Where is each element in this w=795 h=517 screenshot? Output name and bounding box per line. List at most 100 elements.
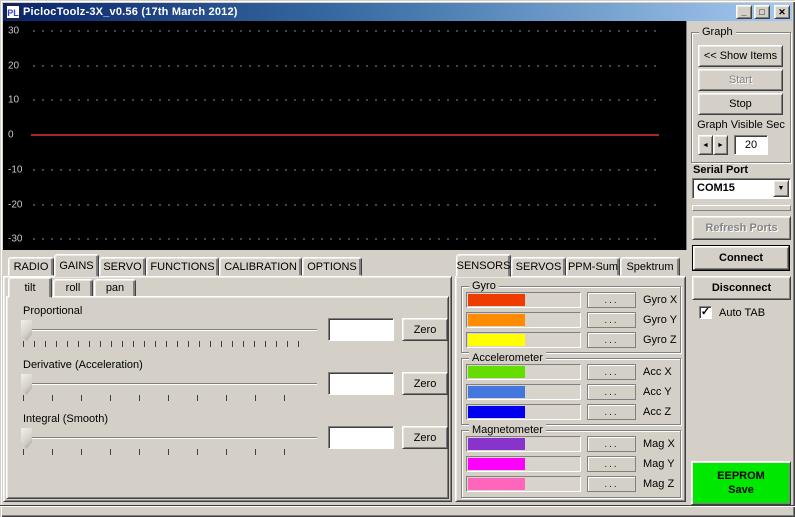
sensor-row: ... Gyro Y: [462, 312, 680, 328]
gyro-y-options-button[interactable]: ...: [587, 312, 636, 328]
acc-y-label: Acc Y: [643, 384, 687, 400]
window-bottom-edge: [0, 505, 795, 507]
gyro-z-bar: [466, 332, 581, 348]
acc-x-label: Acc X: [643, 364, 687, 380]
derivative-zero-button[interactable]: Zero: [402, 372, 448, 395]
maximize-icon[interactable]: □: [754, 5, 770, 19]
tab-ppm-sum[interactable]: PPM-Sum: [566, 257, 620, 276]
close-icon[interactable]: ✕: [774, 5, 790, 19]
derivative-value-field[interactable]: [328, 372, 394, 395]
minimize-icon[interactable]: _: [736, 5, 752, 19]
connect-button[interactable]: Connect: [693, 246, 789, 270]
tab-functions[interactable]: FUNCTIONS: [146, 257, 219, 276]
acc-z-label: Acc Z: [643, 404, 687, 420]
auto-tab-checkbox[interactable]: ✓: [699, 306, 712, 319]
integral-value-field[interactable]: [328, 426, 394, 449]
y-axis-tick: -30: [8, 234, 22, 245]
stop-button[interactable]: Stop: [698, 93, 783, 115]
gyro-x-label: Gyro X: [643, 292, 687, 308]
gridline: [33, 30, 659, 32]
gridline: [33, 65, 659, 67]
y-axis-tick: 30: [8, 26, 19, 37]
magnetometer-groupbox: Magnetometer ... Mag X ... Mag Y ... Mag…: [461, 430, 681, 498]
show-items-button[interactable]: << Show Items: [698, 45, 783, 67]
disconnect-button[interactable]: Disconnect: [692, 276, 791, 300]
gridline: [33, 169, 659, 171]
visible-sec-field[interactable]: 20: [734, 135, 768, 155]
gridline: [33, 99, 659, 101]
tab-pan[interactable]: pan: [94, 279, 136, 297]
integral-slider-thumb[interactable]: [21, 428, 32, 449]
gridline: [33, 204, 659, 206]
acc-y-bar: [466, 384, 581, 400]
tab-servos[interactable]: SERVOS: [511, 257, 566, 276]
chevron-down-icon[interactable]: ▼: [773, 180, 789, 197]
proportional-slider-track[interactable]: [21, 329, 317, 331]
tab-sensors[interactable]: SENSORS: [456, 254, 511, 277]
eeprom-save-line1: EEPROM: [717, 469, 765, 483]
mag-x-bar-fill: [468, 438, 525, 450]
app-window: PL PiclocToolz-3X_v0.56 (17th March 2012…: [0, 0, 795, 517]
sensor-row: ... Mag X: [462, 436, 680, 452]
eeprom-save-line2: Save: [728, 483, 754, 497]
proportional-slider-thumb[interactable]: [21, 320, 32, 341]
eeprom-save-button[interactable]: EEPROM Save: [691, 461, 791, 505]
refresh-ports-button[interactable]: Refresh Ports: [692, 216, 791, 240]
gyro-z-options-button[interactable]: ...: [587, 332, 636, 348]
tab-options[interactable]: OPTIONS: [302, 257, 362, 276]
acc-y-options-button[interactable]: ...: [587, 384, 636, 400]
serial-port-label: Serial Port: [693, 164, 748, 176]
y-axis-tick: -10: [8, 165, 22, 176]
gyro-y-bar-fill: [468, 314, 525, 326]
acc-z-options-button[interactable]: ...: [587, 404, 636, 420]
acc-x-bar: [466, 364, 581, 380]
y-axis-tick: 10: [8, 95, 19, 106]
tab-roll[interactable]: roll: [53, 279, 93, 297]
mag-x-options-button[interactable]: ...: [587, 436, 636, 452]
tab-spektrum[interactable]: Spektrum: [620, 257, 680, 276]
tab-servo[interactable]: SERVO: [99, 257, 146, 276]
y-axis-tick: 0: [8, 130, 14, 141]
mag-y-bar: [466, 456, 581, 472]
gyro-groupbox: Gyro ... Gyro X ... Gyro Y ... Gyro Z: [461, 286, 681, 353]
gyro-z-label: Gyro Z: [643, 332, 687, 348]
tab-tilt[interactable]: tilt: [8, 277, 52, 298]
mag-z-label: Mag Z: [643, 476, 687, 492]
derivative-tick-marks: [23, 395, 309, 401]
derivative-slider-thumb[interactable]: [21, 374, 32, 395]
y-axis-tick: -20: [8, 200, 22, 211]
mag-z-options-button[interactable]: ...: [587, 476, 636, 492]
gyro-y-label: Gyro Y: [643, 312, 687, 328]
gyro-z-bar-fill: [468, 334, 525, 346]
derivative-label: Derivative (Acceleration): [23, 359, 143, 371]
integral-slider-track[interactable]: [21, 437, 317, 439]
app-icon: PL: [6, 5, 20, 19]
mag-y-options-button[interactable]: ...: [587, 456, 636, 472]
integral-label: Integral (Smooth): [23, 413, 108, 425]
accelerometer-groupbox-label: Accelerometer: [469, 352, 546, 364]
mag-x-label: Mag X: [643, 436, 687, 452]
start-button[interactable]: Start: [698, 69, 783, 91]
magnetometer-groupbox-label: Magnetometer: [469, 424, 546, 436]
tab-radio[interactable]: RADIO: [8, 257, 54, 276]
proportional-value-field[interactable]: [328, 318, 394, 341]
auto-tab-label: Auto TAB: [719, 307, 765, 319]
mag-z-bar-fill: [468, 478, 525, 490]
gyro-x-options-button[interactable]: ...: [587, 292, 636, 308]
com-port-combobox[interactable]: COM15 ▼: [692, 178, 791, 199]
integral-zero-button[interactable]: Zero: [402, 426, 448, 449]
visible-sec-decrement-icon[interactable]: ◄: [698, 135, 713, 155]
derivative-slider-track[interactable]: [21, 383, 317, 385]
acc-x-options-button[interactable]: ...: [587, 364, 636, 380]
proportional-zero-button[interactable]: Zero: [402, 318, 448, 341]
graph-plot-area: 30 20 10 0 -10 -20 -30: [3, 21, 687, 250]
gridline: [33, 238, 659, 240]
graph-groupbox-label: Graph: [699, 26, 736, 38]
graph-visible-sec-label: Graph Visible Sec: [692, 119, 790, 131]
graph-groupbox: Graph << Show Items Start Stop Graph Vis…: [691, 32, 791, 163]
tab-gains[interactable]: GAINS: [54, 254, 99, 277]
visible-sec-increment-icon[interactable]: ►: [713, 135, 728, 155]
acc-z-bar-fill: [468, 406, 525, 418]
tab-calibration[interactable]: CALIBRATION: [219, 257, 302, 276]
title-bar[interactable]: PL PiclocToolz-3X_v0.56 (17th March 2012…: [3, 3, 792, 21]
